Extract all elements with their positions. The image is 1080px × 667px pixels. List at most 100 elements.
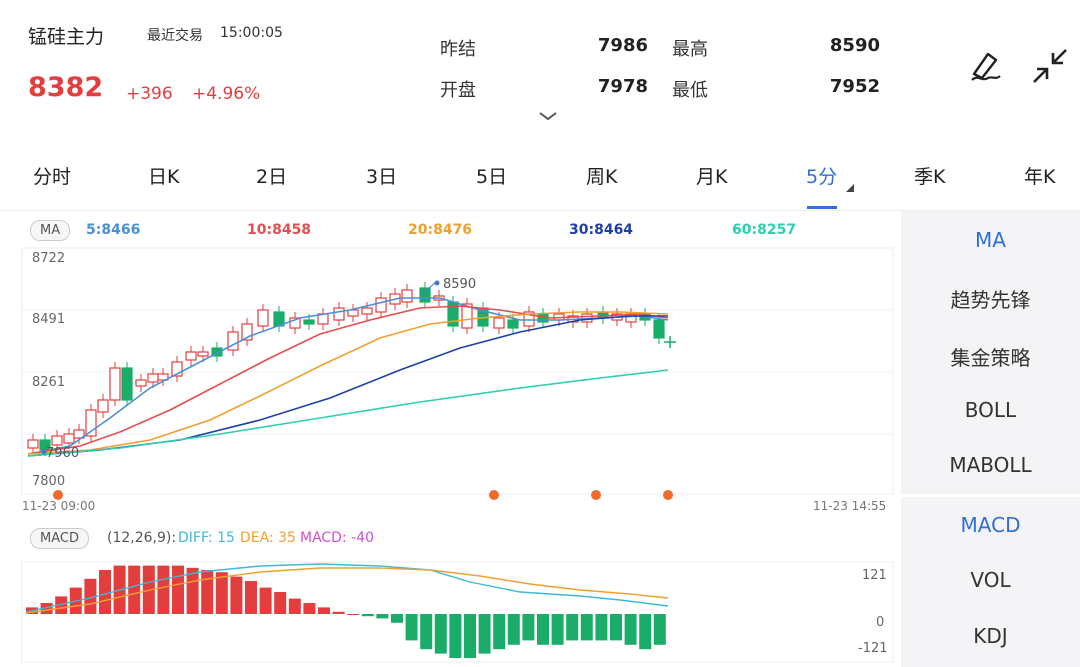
- macd-bar: [318, 607, 330, 614]
- candle-body: [333, 307, 345, 321]
- low-marker-label: 7960: [46, 446, 80, 461]
- tab-2day[interactable]: 2日: [256, 162, 287, 189]
- candle-body: [51, 435, 63, 446]
- prev-settle-label: 昨结: [440, 39, 476, 60]
- recent-trade-label: 最近交易: [147, 28, 203, 44]
- tab-week-k[interactable]: 周K: [586, 162, 617, 189]
- macd-axis-zero: 0: [876, 615, 885, 630]
- candle-body: [347, 309, 359, 317]
- ma20-value: 20:8476: [408, 222, 473, 238]
- price-change-pct: +4.96%: [192, 84, 261, 104]
- macd-bar: [580, 614, 593, 641]
- macd-bar: [405, 614, 418, 641]
- macd-pill[interactable]: MACD: [30, 528, 89, 549]
- macd-bar: [215, 572, 228, 614]
- candle-body: [63, 433, 75, 444]
- dropdown-corner-icon[interactable]: [844, 182, 856, 194]
- macd-params: (12,26,9):: [107, 530, 177, 546]
- macd-bar: [522, 614, 535, 641]
- time-axis-start: 11-23 09:00: [22, 499, 96, 513]
- draw-pen-icon[interactable]: [966, 46, 1006, 86]
- tab-5min[interactable]: 5分: [806, 162, 837, 189]
- ma5-value: 5:8466: [86, 222, 141, 238]
- macd-bar: [639, 614, 652, 650]
- macd-bar: [288, 598, 301, 614]
- candle-body: [493, 317, 505, 329]
- contract-name: 锰硅主力: [28, 26, 105, 48]
- macd-bar: [274, 592, 287, 614]
- tab-minute[interactable]: 分时: [33, 162, 71, 189]
- tab-3day[interactable]: 3日: [366, 162, 397, 189]
- time-axis-end: 11-23 14:55: [813, 499, 887, 513]
- price-change: +396: [126, 84, 173, 104]
- macd-axis-top: 121: [862, 568, 887, 583]
- macd-histogram-value: MACD: -40: [300, 530, 374, 546]
- open-value: 7978: [597, 76, 648, 97]
- indicator-sidebar: [901, 211, 1080, 667]
- macd-bar: [303, 603, 316, 614]
- macd-bar: [566, 614, 579, 641]
- high-marker-dot: [434, 280, 440, 286]
- ma10-value: 10:8458: [247, 222, 312, 238]
- macd-bar: [245, 581, 257, 614]
- indicator-macd[interactable]: MACD: [901, 513, 1080, 537]
- macd-bar: [449, 614, 462, 658]
- candle-body: [375, 297, 387, 313]
- candle-body: [147, 373, 159, 383]
- open-label: 开盘: [440, 80, 476, 101]
- tab-season-k[interactable]: 季K: [914, 162, 945, 189]
- tab-5day[interactable]: 5日: [476, 162, 507, 189]
- indicator-maboll[interactable]: MABOLL: [901, 453, 1080, 477]
- macd-bar: [478, 614, 491, 654]
- macd-bar: [464, 614, 476, 658]
- candle-body: [197, 351, 209, 357]
- macd-bar: [361, 614, 374, 617]
- collapse-arrows-icon[interactable]: [1030, 46, 1070, 86]
- active-tab-underline: [807, 206, 837, 209]
- indicator-ma[interactable]: MA: [901, 228, 1080, 252]
- candle-body: [135, 379, 147, 387]
- indicator-vol[interactable]: VOL: [901, 568, 1080, 592]
- tab-year-k[interactable]: 年K: [1024, 162, 1055, 189]
- low-value: 7952: [829, 76, 880, 97]
- price-axis-upper: 8491: [32, 312, 66, 327]
- low-label: 最低: [672, 80, 708, 101]
- candle-body: [257, 309, 269, 327]
- indicator-kdj[interactable]: KDJ: [901, 624, 1080, 648]
- macd-bar: [376, 614, 389, 619]
- candle-body: [303, 319, 315, 325]
- event-dot: [663, 490, 673, 500]
- candle-body: [121, 367, 133, 401]
- candle-body: [361, 307, 373, 315]
- indicator-trend-pioneer[interactable]: 趋势先锋: [901, 284, 1080, 313]
- macd-bar: [99, 570, 111, 614]
- macd-bar: [507, 614, 520, 645]
- macd-bar: [128, 565, 141, 614]
- macd-bar: [172, 565, 184, 614]
- macd-diff: DIFF: 15: [178, 530, 235, 546]
- macd-dea: DEA: 35: [240, 530, 296, 546]
- macd-bar: [551, 614, 564, 645]
- macd-chart[interactable]: [0, 558, 900, 667]
- indicator-boll[interactable]: BOLL: [901, 398, 1080, 422]
- high-value: 8590: [829, 35, 880, 56]
- chevron-down-icon[interactable]: [538, 110, 558, 124]
- ma-pill[interactable]: MA: [30, 220, 71, 241]
- macd-bar: [624, 614, 637, 645]
- candle-body: [653, 319, 665, 339]
- indicator-fund-strategy[interactable]: 集金策略: [901, 342, 1080, 371]
- macd-bar: [420, 614, 433, 650]
- last-price: 8382: [28, 72, 104, 103]
- macd-axis-bottom: -121: [858, 641, 888, 656]
- tab-month-k[interactable]: 月K: [696, 162, 727, 189]
- macd-bar: [595, 614, 608, 641]
- period-tabs: 分时 日K 2日 3日 5日 周K 月K 5分 季K 年K: [0, 150, 1080, 210]
- candle-body: [401, 289, 413, 303]
- ma60-value: 60:8257: [732, 222, 797, 238]
- macd-bar: [391, 614, 403, 623]
- tab-day-k[interactable]: 日K: [148, 162, 179, 189]
- macd-bar: [259, 587, 272, 614]
- candle-body: [109, 367, 121, 401]
- macd-bar: [230, 576, 243, 614]
- event-dot: [489, 490, 499, 500]
